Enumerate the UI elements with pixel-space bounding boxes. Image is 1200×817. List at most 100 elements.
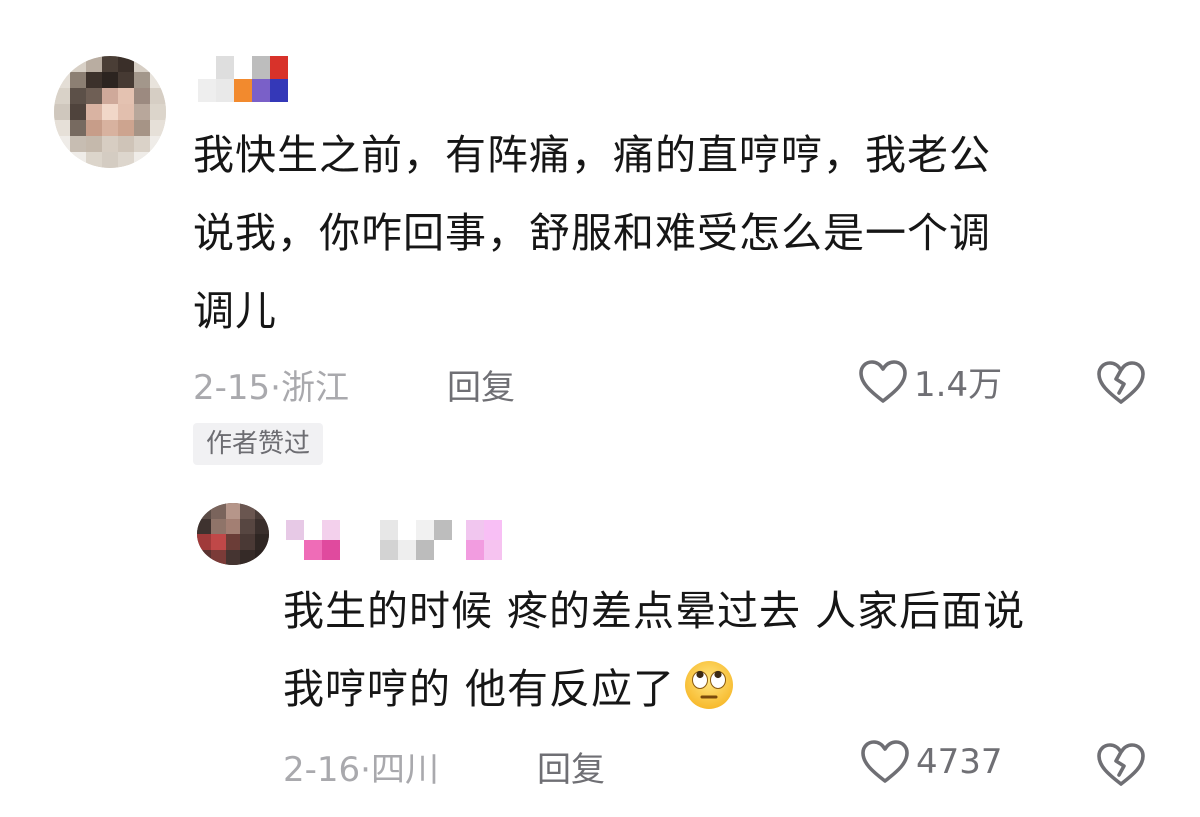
mosaic-pixel: [118, 136, 134, 152]
mosaic-pixel: [118, 104, 134, 120]
mosaic-pixel: [134, 72, 150, 88]
comment-date: 2-15: [193, 368, 271, 408]
mosaic-pixel: [150, 88, 166, 104]
mosaic-pixel: [54, 104, 70, 120]
mosaic-pixel: [70, 56, 86, 72]
replier-avatar[interactable]: [197, 503, 269, 565]
mosaic-pixel: [254, 549, 269, 565]
mosaic-pixel: [502, 520, 544, 540]
reply-meta: 2-16·四川: [283, 742, 439, 791]
mosaic-pixel: [380, 520, 398, 540]
mosaic-pixel: [54, 88, 70, 104]
mosaic-pixel: [102, 72, 118, 88]
mosaic-pixel: [70, 104, 86, 120]
mosaic-pixel: [234, 79, 252, 102]
mosaic-pixel: [118, 72, 134, 88]
mosaic-pixel: [197, 549, 212, 565]
mosaic-pixel: [150, 120, 166, 136]
reply-date: 2-16: [283, 750, 361, 790]
mosaic-pixel: [398, 540, 416, 560]
mosaic-pixel: [86, 136, 102, 152]
mosaic-pixel: [434, 520, 452, 540]
comment-reply-button[interactable]: 回复: [447, 360, 515, 409]
mosaic-pixel: [54, 72, 70, 88]
mosaic-pixel: [225, 534, 241, 550]
mosaic-pixel: [134, 56, 150, 72]
meta-separator: ·: [270, 368, 281, 408]
mosaic-pixel: [150, 72, 166, 88]
comment-meta: 2-15·浙江: [193, 360, 349, 409]
mosaic-pixel: [102, 120, 118, 136]
mosaic-pixel: [211, 534, 226, 550]
mosaic-pixel: [322, 540, 340, 560]
mosaic-pixel: [380, 540, 398, 560]
mosaic-pixel: [234, 56, 252, 79]
mosaic-pixel: [452, 540, 466, 560]
mosaic-pixel: [240, 534, 255, 550]
mosaic-pixel: [102, 56, 118, 72]
reply-like-count: 4737: [916, 742, 1003, 782]
mosaic-pixel: [70, 152, 86, 168]
mosaic-pixel: [254, 518, 269, 534]
comment-text: 我快生之前，有阵痛，痛的直哼哼，我老公 说我，你咋回事，舒服和难受怎么是一个调 …: [193, 116, 1128, 350]
mosaic-pixel: [150, 152, 166, 168]
mosaic-pixel: [86, 104, 102, 120]
mosaic-pixel: [198, 79, 216, 102]
mosaic-pixel: [252, 56, 270, 79]
meta-separator: ·: [360, 750, 371, 790]
mosaic-pixel: [70, 72, 86, 88]
comment-like-button[interactable]: 1.4万: [858, 357, 1002, 406]
commenter-avatar[interactable]: [54, 56, 166, 168]
mosaic-pixel: [304, 540, 322, 560]
mosaic-pixel: [70, 136, 86, 152]
mosaic-pixel: [286, 540, 304, 560]
comment-like-count: 1.4万: [914, 365, 1003, 405]
mosaic-pixel: [225, 518, 241, 534]
mosaic-pixel: [270, 79, 288, 102]
reply-location: 四川: [370, 750, 439, 790]
mosaic-pixel: [134, 152, 150, 168]
commenter-username-pixelated[interactable]: [198, 56, 290, 102]
mosaic-pixel: [70, 120, 86, 136]
mosaic-pixel: [304, 520, 322, 540]
mosaic-pixel: [197, 534, 212, 550]
reply-like-button[interactable]: 4737: [860, 739, 1003, 785]
reply-text-line: 我生的时候 疼的差点晕过去 人家后面说: [283, 587, 1026, 635]
reply-reply-button[interactable]: 回复: [537, 742, 605, 791]
mosaic-pixel: [466, 520, 484, 540]
comment-dislike-button[interactable]: [1096, 360, 1146, 410]
reply-text-line: 我哼哼的 他有反应了: [283, 650, 1163, 728]
mosaic-pixel: [118, 56, 134, 72]
comment-text-line: 我快生之前，有阵痛，痛的直哼哼，我老公: [193, 131, 991, 179]
reply-dislike-button[interactable]: [1096, 742, 1146, 792]
mosaic-pixel: [270, 56, 288, 79]
heart-icon: [861, 740, 909, 783]
mosaic-pixel: [211, 518, 226, 534]
mosaic-pixel: [225, 549, 241, 565]
mosaic-pixel: [254, 534, 269, 550]
comment-text-line: 调儿: [193, 287, 277, 335]
mosaic-pixel: [134, 104, 150, 120]
mosaic-pixel: [484, 540, 502, 560]
mosaic-pixel: [150, 56, 166, 72]
mosaic-pixel: [416, 520, 434, 540]
mosaic-pixel: [86, 152, 102, 168]
mosaic-pixel: [198, 56, 216, 79]
mosaic-pixel: [225, 503, 241, 519]
mosaic-pixel: [254, 503, 269, 519]
mosaic-pixel: [54, 152, 70, 168]
reply-text-fragment: 我哼哼的 他有反应了: [283, 665, 676, 713]
mosaic-pixel: [86, 56, 102, 72]
heart-icon: [859, 359, 907, 403]
mosaic-pixel: [322, 520, 340, 540]
mosaic-pixel: [197, 518, 212, 534]
mosaic-pixel: [416, 540, 434, 560]
mosaic-pixel: [54, 56, 70, 72]
mosaic-pixel: [150, 136, 166, 152]
mosaic-pixel: [216, 79, 234, 102]
comment-location: 浙江: [280, 368, 349, 408]
mosaic-pixel: [86, 88, 102, 104]
mosaic-pixel: [340, 540, 380, 560]
mosaic-pixel: [452, 520, 466, 540]
replier-username-pixelated[interactable]: [286, 520, 546, 560]
